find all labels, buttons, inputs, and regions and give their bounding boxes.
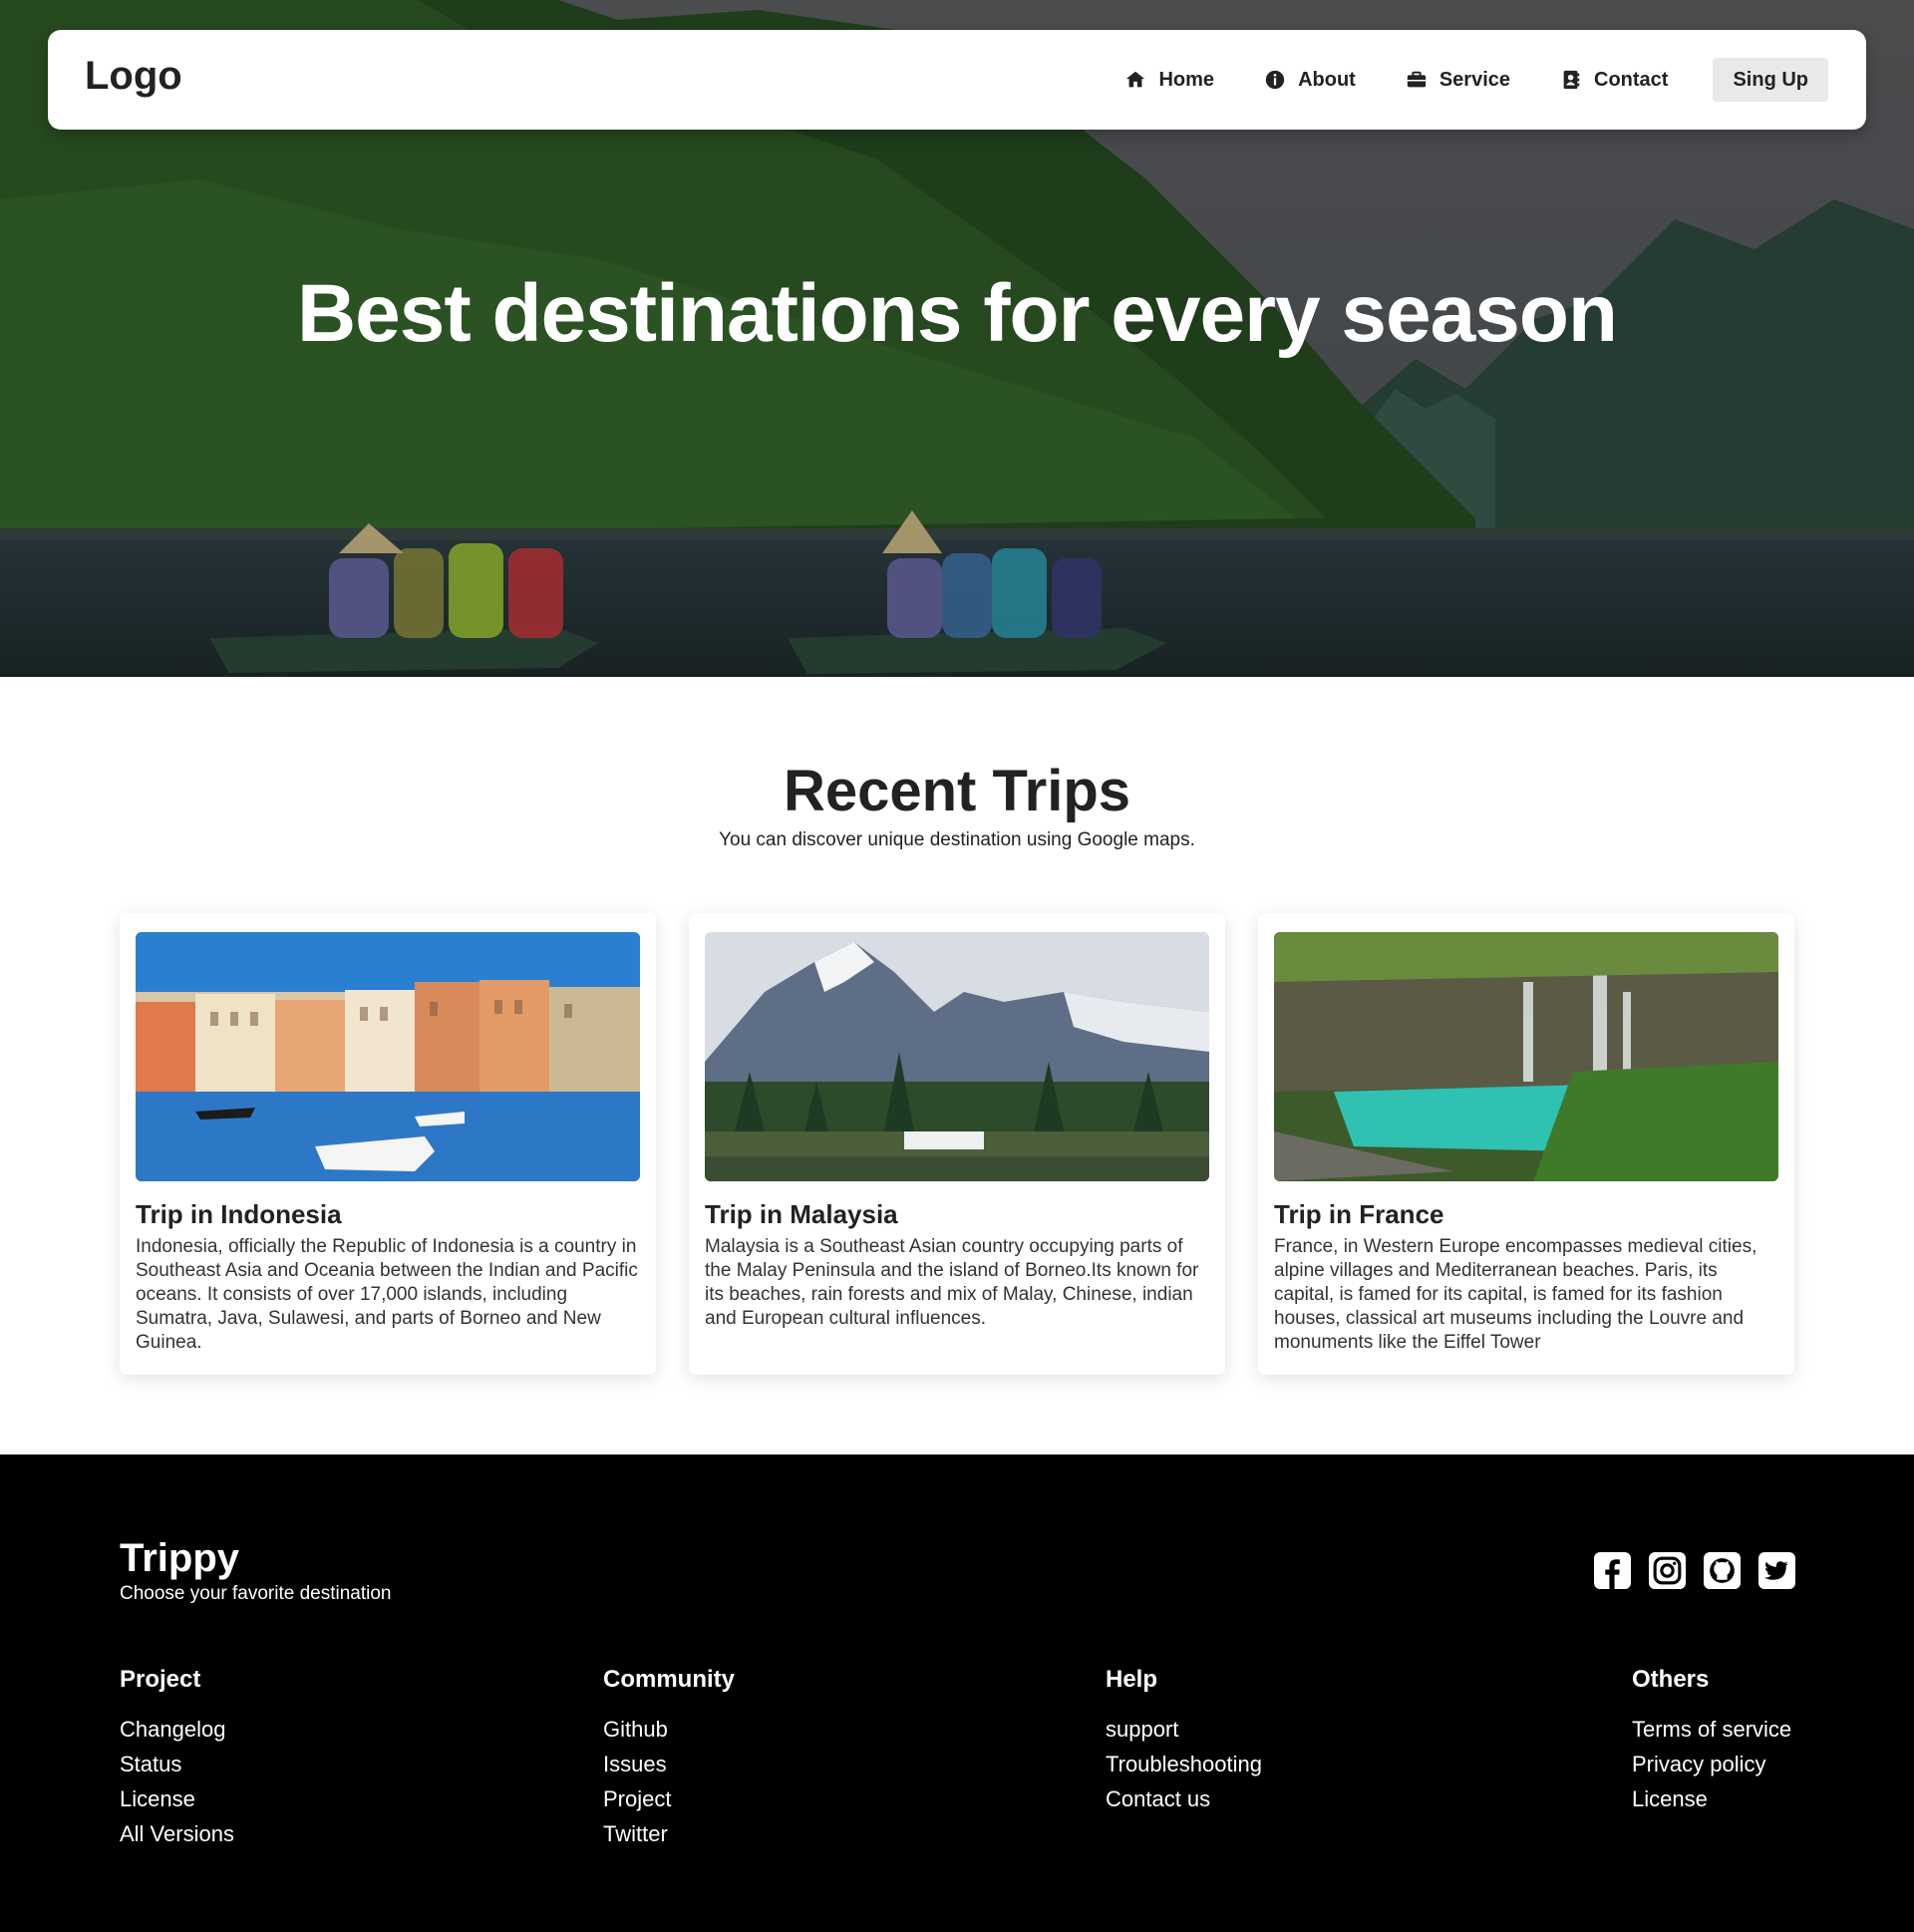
card-image-art bbox=[705, 932, 1209, 1181]
logo[interactable]: Logo bbox=[85, 54, 182, 99]
facebook-icon[interactable] bbox=[1594, 1552, 1631, 1589]
nav-label: About bbox=[1298, 68, 1356, 91]
info-circle-icon bbox=[1265, 70, 1285, 90]
venice-canal-image bbox=[136, 932, 640, 1181]
footer-link[interactable]: All Versions bbox=[120, 1816, 234, 1851]
footer-column-project: Project Changelog Status License All Ver… bbox=[120, 1666, 234, 1851]
footer-column-title: Community bbox=[603, 1666, 735, 1693]
nav-label: Contact bbox=[1594, 68, 1669, 91]
footer-link[interactable]: Terms of service bbox=[1632, 1712, 1791, 1747]
card-text: France, in Western Europe encompasses me… bbox=[1274, 1236, 1757, 1353]
footer-link[interactable]: Github bbox=[603, 1712, 735, 1747]
address-book-icon bbox=[1563, 70, 1580, 90]
card-title: Trip in France bbox=[1274, 1199, 1444, 1229]
footer-column-title: Others bbox=[1632, 1666, 1710, 1693]
house-icon bbox=[1126, 71, 1145, 88]
recent-trips-title: Recent Trips bbox=[783, 759, 1131, 823]
briefcase-icon bbox=[1407, 71, 1426, 88]
footer-tagline: Choose your favorite destination bbox=[120, 1583, 392, 1604]
nav-item-home[interactable]: Home bbox=[1124, 69, 1214, 92]
footer-link[interactable]: Status bbox=[120, 1747, 234, 1781]
trip-card-france[interactable]: Trip in France France, in Western Europe… bbox=[1258, 913, 1794, 1375]
card-title: Trip in Malaysia bbox=[705, 1199, 898, 1229]
footer-column-help: Help support Troubleshooting Contact us bbox=[1106, 1666, 1262, 1816]
trip-card-indonesia[interactable]: Trip in Indonesia Indonesia, officially … bbox=[120, 913, 656, 1375]
footer-link[interactable]: Project bbox=[603, 1781, 735, 1816]
nav-item-contact[interactable]: Contact bbox=[1560, 69, 1668, 92]
footer-column-title: Help bbox=[1106, 1666, 1158, 1693]
footer-column-community: Community Github Issues Project Twitter bbox=[603, 1666, 735, 1851]
footer-link[interactable]: Twitter bbox=[603, 1816, 735, 1851]
footer-link[interactable]: support bbox=[1106, 1712, 1262, 1747]
footer-column-others: Others Terms of service Privacy policy L… bbox=[1632, 1666, 1791, 1816]
footer-link[interactable]: Privacy policy bbox=[1632, 1747, 1791, 1781]
nav-menu: Home About Service Contact Sing Up bbox=[1075, 58, 1828, 102]
footer: Trippy Choose your favorite destination … bbox=[0, 1454, 1914, 1932]
nav-label: Service bbox=[1438, 68, 1510, 91]
twitter-icon[interactable] bbox=[1758, 1552, 1795, 1589]
navbar: Logo Home About Service Contact Sing Up bbox=[48, 30, 1866, 130]
footer-link[interactable]: Contact us bbox=[1106, 1781, 1262, 1816]
card-title: Trip in Indonesia bbox=[136, 1199, 342, 1229]
footer-link[interactable]: Troubleshooting bbox=[1106, 1747, 1262, 1781]
footer-column-title: Project bbox=[120, 1666, 201, 1693]
hero-title: Best destinations for every season bbox=[296, 268, 1618, 359]
card-text: Malaysia is a Southeast Asian country oc… bbox=[705, 1236, 1199, 1329]
card-image-art bbox=[1274, 932, 1778, 1181]
footer-link[interactable]: License bbox=[120, 1781, 234, 1816]
mountain-lake-image bbox=[705, 932, 1209, 1181]
footer-link[interactable]: Issues bbox=[603, 1747, 735, 1781]
trip-card-malaysia[interactable]: Trip in Malaysia Malaysia is a Southeast… bbox=[689, 913, 1225, 1375]
footer-brand: Trippy bbox=[120, 1536, 240, 1580]
footer-link[interactable]: License bbox=[1632, 1781, 1791, 1816]
footer-link[interactable]: Changelog bbox=[120, 1712, 234, 1747]
waterfall-lagoon-image bbox=[1274, 932, 1778, 1181]
nav-label: Home bbox=[1158, 68, 1215, 91]
nav-item-service[interactable]: Service bbox=[1406, 69, 1510, 92]
instagram-icon[interactable] bbox=[1649, 1552, 1686, 1589]
social-links bbox=[1576, 1552, 1795, 1589]
recent-trips-subtitle: You can discover unique destination usin… bbox=[719, 829, 1195, 850]
github-icon[interactable] bbox=[1704, 1552, 1741, 1589]
nav-item-about[interactable]: About bbox=[1264, 69, 1356, 92]
card-text: Indonesia, officially the Republic of In… bbox=[136, 1236, 638, 1353]
signup-button[interactable]: Sing Up bbox=[1713, 58, 1828, 102]
card-image-art bbox=[136, 932, 640, 1181]
